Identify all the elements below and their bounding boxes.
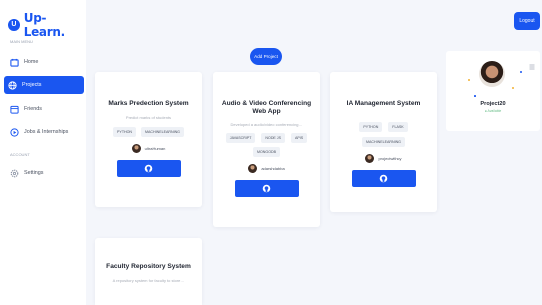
- tag: JAVASCRIPT: [225, 132, 256, 143]
- github-button[interactable]: [116, 160, 181, 178]
- profile-status: ● Available: [484, 109, 502, 113]
- github-button[interactable]: [351, 170, 416, 188]
- home-icon: [10, 58, 19, 67]
- sidebar-item-label: Home: [24, 59, 39, 65]
- logo-icon: U: [8, 19, 20, 31]
- author: projectwithcy: [330, 154, 437, 164]
- tag: PYTHON: [359, 122, 383, 133]
- profile-avatar: [479, 61, 505, 87]
- author-name: projectwithcy: [378, 156, 402, 162]
- sidebar-item-label: Settings: [24, 170, 44, 176]
- project-title: Marks Predection System: [108, 100, 189, 107]
- tag: MACHINELEARNING: [362, 137, 405, 148]
- sidebar-item-friends[interactable]: Friends: [6, 100, 84, 118]
- globe-icon: [8, 80, 17, 90]
- project-card: Faculty Repository System A repository s…: [95, 238, 202, 305]
- tag-list: JAVASCRIPT NODE JS APIS MONGODB: [213, 132, 320, 157]
- tag: PYTHON: [113, 127, 137, 138]
- github-icon: [144, 165, 153, 173]
- project-card: IA Management System PYTHON FLASK MACHIN…: [330, 72, 437, 212]
- profile-name: Project20: [480, 101, 506, 107]
- sidebar-item-label: Projects: [22, 82, 42, 88]
- sidebar: U Up-Learn. MAIN MENU Home Projects Frie…: [0, 0, 86, 305]
- sidebar-item-jobs[interactable]: Jobs & Internships: [6, 123, 84, 141]
- avatar: [131, 144, 141, 154]
- profile-card: Project20 ● Available: [446, 51, 540, 131]
- avatar: [248, 163, 258, 173]
- tag: MONGODB: [253, 146, 280, 157]
- menu-icon[interactable]: [529, 57, 535, 70]
- sidebar-item-home[interactable]: Home: [6, 53, 84, 71]
- project-title: IA Management System: [346, 100, 421, 107]
- github-button[interactable]: [234, 179, 299, 197]
- decor-dot: [474, 95, 476, 97]
- sidebar-item-projects[interactable]: Projects: [4, 76, 84, 94]
- section-label-account: ACCOUNT: [10, 152, 30, 157]
- calendar-icon: [10, 105, 19, 114]
- avatar: [365, 154, 375, 164]
- section-label-main: MAIN MENU: [10, 39, 33, 44]
- brand-name: Up-Learn.: [23, 11, 65, 39]
- brand-logo[interactable]: U Up-Learn.: [8, 11, 86, 39]
- play-circle-icon: [10, 127, 19, 137]
- sidebar-item-label: Jobs & Internships: [24, 129, 69, 135]
- project-description: Developed a audio/video conferencing…: [230, 121, 303, 127]
- decor-dot: [512, 87, 514, 89]
- add-project-button[interactable]: Add Project: [250, 48, 282, 65]
- sidebar-item-label: Friends: [24, 106, 42, 112]
- project-description: Predict marks of students: [125, 115, 172, 121]
- author: ultraHuman: [95, 144, 202, 154]
- github-icon: [379, 175, 388, 183]
- tag: FLASK: [388, 122, 408, 133]
- tag: NODE JS: [261, 132, 285, 143]
- gear-icon: [10, 169, 19, 178]
- project-title: Audio & Video Conferencing Web App: [221, 100, 312, 116]
- author-name: ultraHuman: [144, 146, 166, 152]
- tag: APIS: [291, 132, 308, 143]
- author-name: adarshdabba: [261, 165, 285, 171]
- tag-list: PYTHON MACHINELEARNING: [95, 127, 202, 138]
- project-card: Audio & Video Conferencing Web App Devel…: [213, 72, 320, 227]
- decor-dot: [468, 79, 470, 81]
- tag: MACHINELEARNING: [141, 127, 184, 138]
- sidebar-item-settings[interactable]: Settings: [6, 164, 84, 182]
- project-title: Faculty Repository System: [106, 263, 191, 270]
- author: adarshdabba: [213, 163, 320, 173]
- project-description: A repository system for faculty to store…: [112, 278, 185, 284]
- tag-list: PYTHON FLASK MACHINELEARNING: [330, 122, 437, 148]
- decor-dot: [520, 71, 522, 73]
- logout-button[interactable]: Logout: [514, 12, 540, 30]
- github-icon: [262, 184, 271, 193]
- project-card: Marks Predection System Predict marks of…: [95, 72, 202, 207]
